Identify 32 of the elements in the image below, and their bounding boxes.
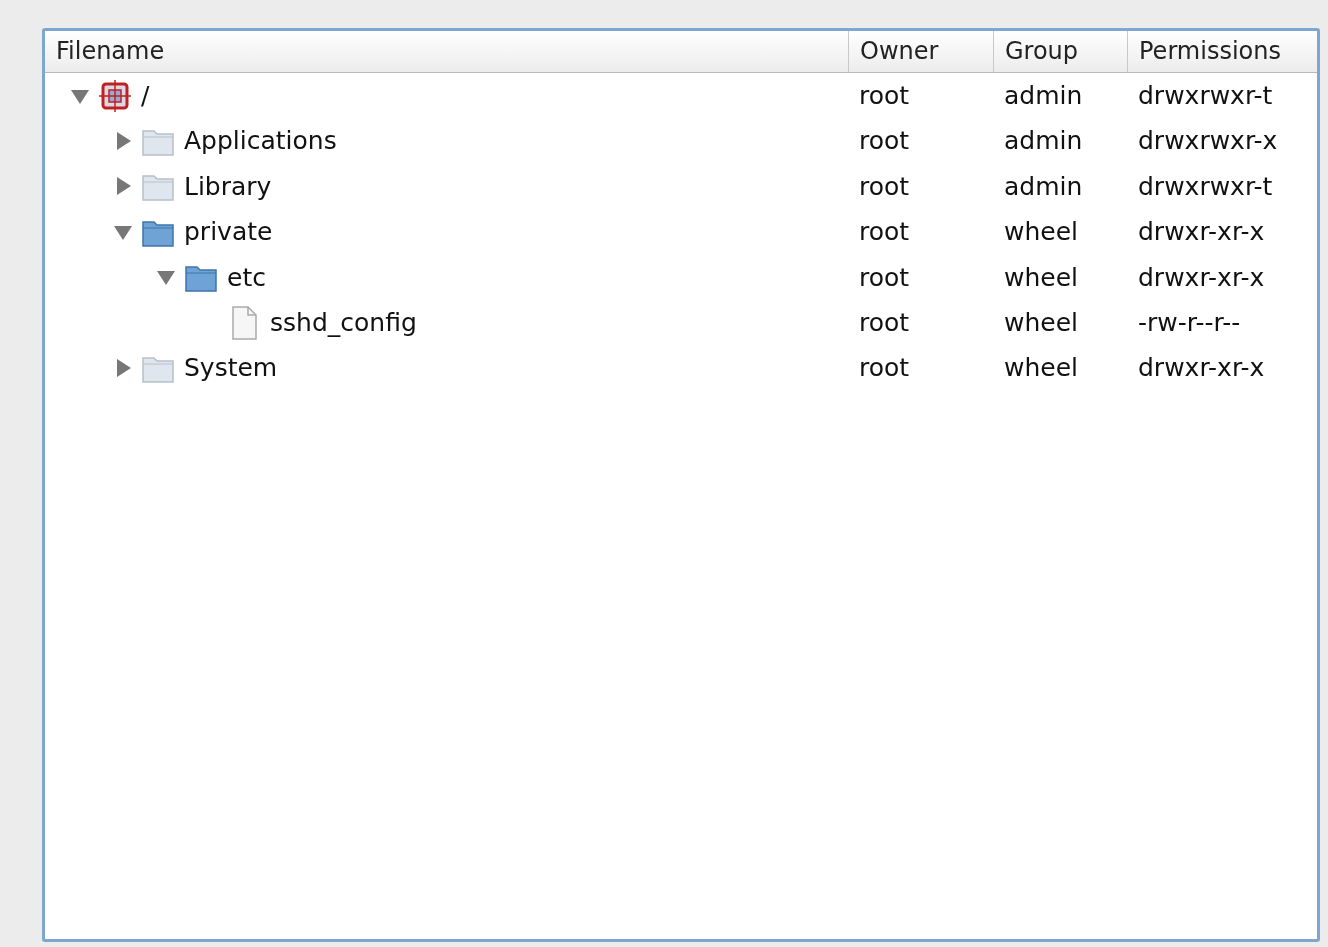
permissions-cell-text: drwxrwxr-t [1137,79,1274,112]
owner-cell-text: root [858,79,911,112]
permissions-cell-text: -rw-r--r-- [1137,306,1242,339]
owner-cell-text: root [858,170,911,203]
group-cell-text: wheel [1003,261,1079,294]
column-header[interactable]: Permissions [1127,31,1317,72]
group-cell-text: wheel [1003,352,1079,385]
file-name[interactable]: private [184,213,273,251]
permissions-cell-text: drwxr-xr-x [1137,352,1266,385]
group-cell-text: admin [1003,79,1084,112]
owner-cell-text: root [858,261,911,294]
file-name[interactable]: sshd_config [270,303,417,342]
group-cell-text: admin [1003,125,1084,158]
column-header[interactable]: Owner [848,31,993,72]
owner-cell-text: root [858,216,911,249]
file-name[interactable]: etc [227,258,266,296]
owner-cell-text: root [858,352,911,385]
owner-cell-text: root [858,125,911,158]
permissions-cell-text: drwxr-xr-x [1137,261,1266,294]
file-name[interactable]: System [184,349,278,387]
file-name[interactable]: / [141,76,150,115]
owner-cell-text: root [858,306,911,339]
permissions-cell-text: drwxr-xr-x [1137,216,1266,249]
column-header[interactable]: Group [993,31,1127,72]
file-name[interactable]: Library [184,167,272,206]
permissions-cell-text: drwxrwxr-x [1137,125,1279,158]
group-cell-text: wheel [1003,306,1079,339]
permissions-cell-text: drwxrwxr-t [1137,170,1274,203]
column-header[interactable]: Filename [45,31,848,72]
group-cell-text: wheel [1003,216,1079,249]
file-name[interactable]: Applications [184,122,337,160]
group-cell-text: admin [1003,170,1084,203]
